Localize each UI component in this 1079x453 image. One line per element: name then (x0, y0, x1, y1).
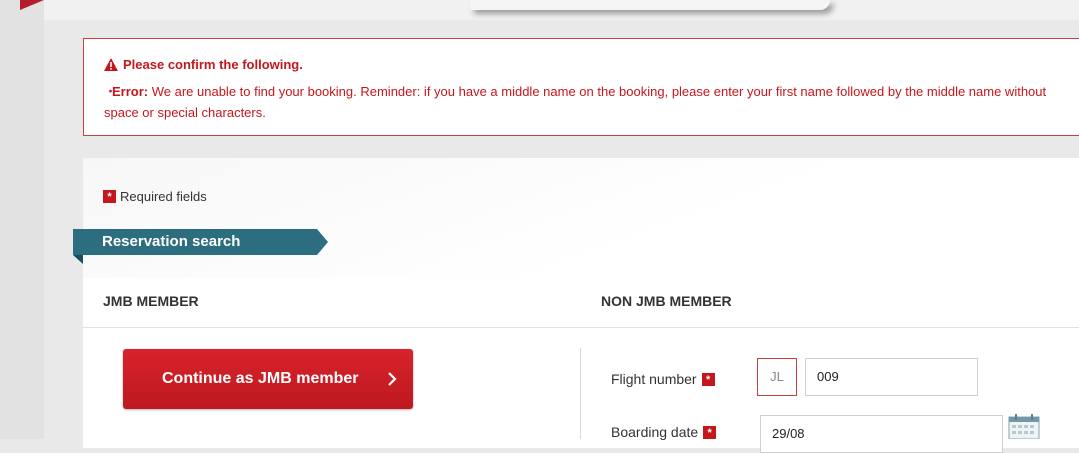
required-fields-note: * Required fields (103, 189, 207, 204)
alert-bullet: ・ (104, 84, 118, 99)
background-left (0, 0, 44, 439)
section-divider (83, 327, 1079, 328)
continue-as-jmb-member-button[interactable]: Continue as JMB member (123, 349, 413, 409)
chevron-right-icon (388, 372, 397, 386)
required-fields-label: Required fields (120, 189, 207, 204)
jmb-member-heading: JMB MEMBER (103, 293, 199, 309)
alert-message: ・Error: We are unable to find your booki… (104, 81, 1064, 123)
flight-number-label-row: Flight number * (611, 371, 715, 387)
flight-number-label: Flight number (611, 371, 697, 387)
ribbon-fold (73, 255, 83, 264)
required-star-icon: * (703, 425, 717, 439)
ribbon-tip (317, 229, 328, 255)
section-title-reservation-search: Reservation search (73, 229, 317, 255)
warning-icon (104, 58, 118, 71)
flight-number-input[interactable]: 009 (805, 358, 978, 396)
boarding-date-label: Boarding date (611, 424, 699, 440)
boarding-date-input[interactable]: 29/08 (760, 415, 1003, 453)
calendar-icon[interactable] (1008, 414, 1040, 439)
alert-title: Please confirm the following. (123, 57, 303, 72)
boarding-date-label-row: Boarding date * (611, 424, 717, 440)
header-shadow (470, 0, 830, 10)
error-label: Error: (112, 84, 149, 99)
error-alert: Please confirm the following. ・Error: We… (83, 38, 1079, 136)
decorative-corner (20, 0, 44, 10)
panel-gradient (83, 158, 1079, 278)
alert-title-row: Please confirm the following. (104, 57, 303, 72)
error-message: We are unable to find your booking. Remi… (104, 84, 1047, 120)
required-star-icon: * (103, 190, 116, 203)
non-jmb-member-heading: NON JMB MEMBER (601, 293, 732, 309)
jmb-button-label: Continue as JMB member (162, 370, 359, 387)
column-divider (580, 348, 581, 439)
airline-prefix: JL (757, 358, 797, 396)
required-star-icon: * (701, 372, 715, 386)
